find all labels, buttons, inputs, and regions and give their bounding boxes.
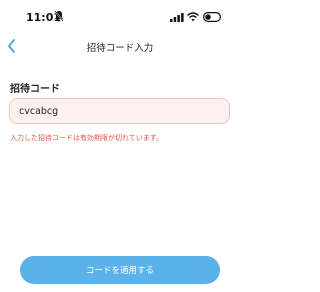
toggle-icon bbox=[203, 12, 221, 22]
nav-bar: 招待コード入力 bbox=[0, 34, 240, 60]
signal-icon bbox=[170, 13, 184, 22]
apply-code-button[interactable]: コードを適用する bbox=[20, 256, 220, 284]
status-bar: 11:01 bbox=[0, 0, 240, 34]
page-title: 招待コード入力 bbox=[86, 43, 154, 54]
error-message: 入力した招待コードは有効期限が切れています。 bbox=[10, 134, 164, 142]
wifi-icon bbox=[187, 12, 199, 22]
invite-code-input[interactable] bbox=[9, 98, 230, 124]
bell-slash-icon bbox=[54, 10, 64, 22]
invite-code-label: 招待コード bbox=[10, 84, 60, 95]
